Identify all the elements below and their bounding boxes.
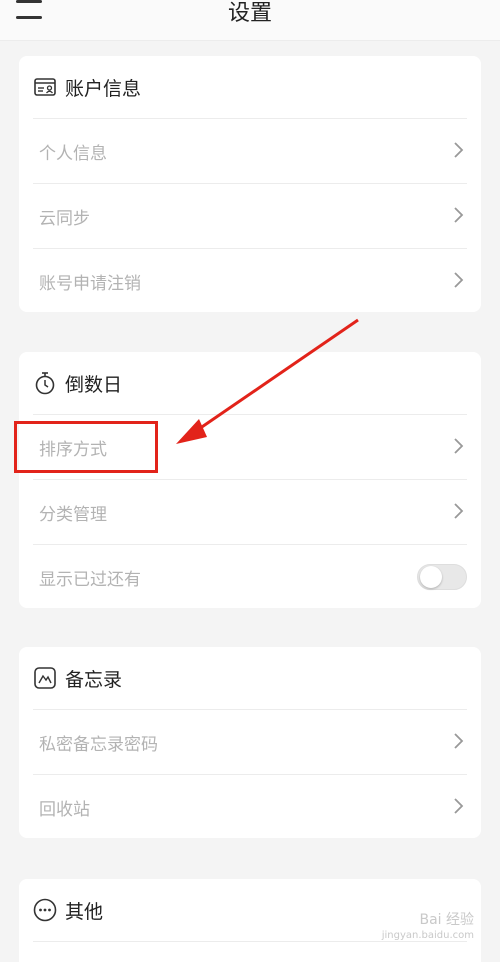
watermark-text: Bai 经验: [419, 912, 474, 928]
watermark: Bai 经验 jingyan.baidu.com: [382, 912, 474, 944]
annotation-arrow: [176, 318, 359, 444]
watermark-sub: jingyan.baidu.com: [381, 930, 474, 941]
